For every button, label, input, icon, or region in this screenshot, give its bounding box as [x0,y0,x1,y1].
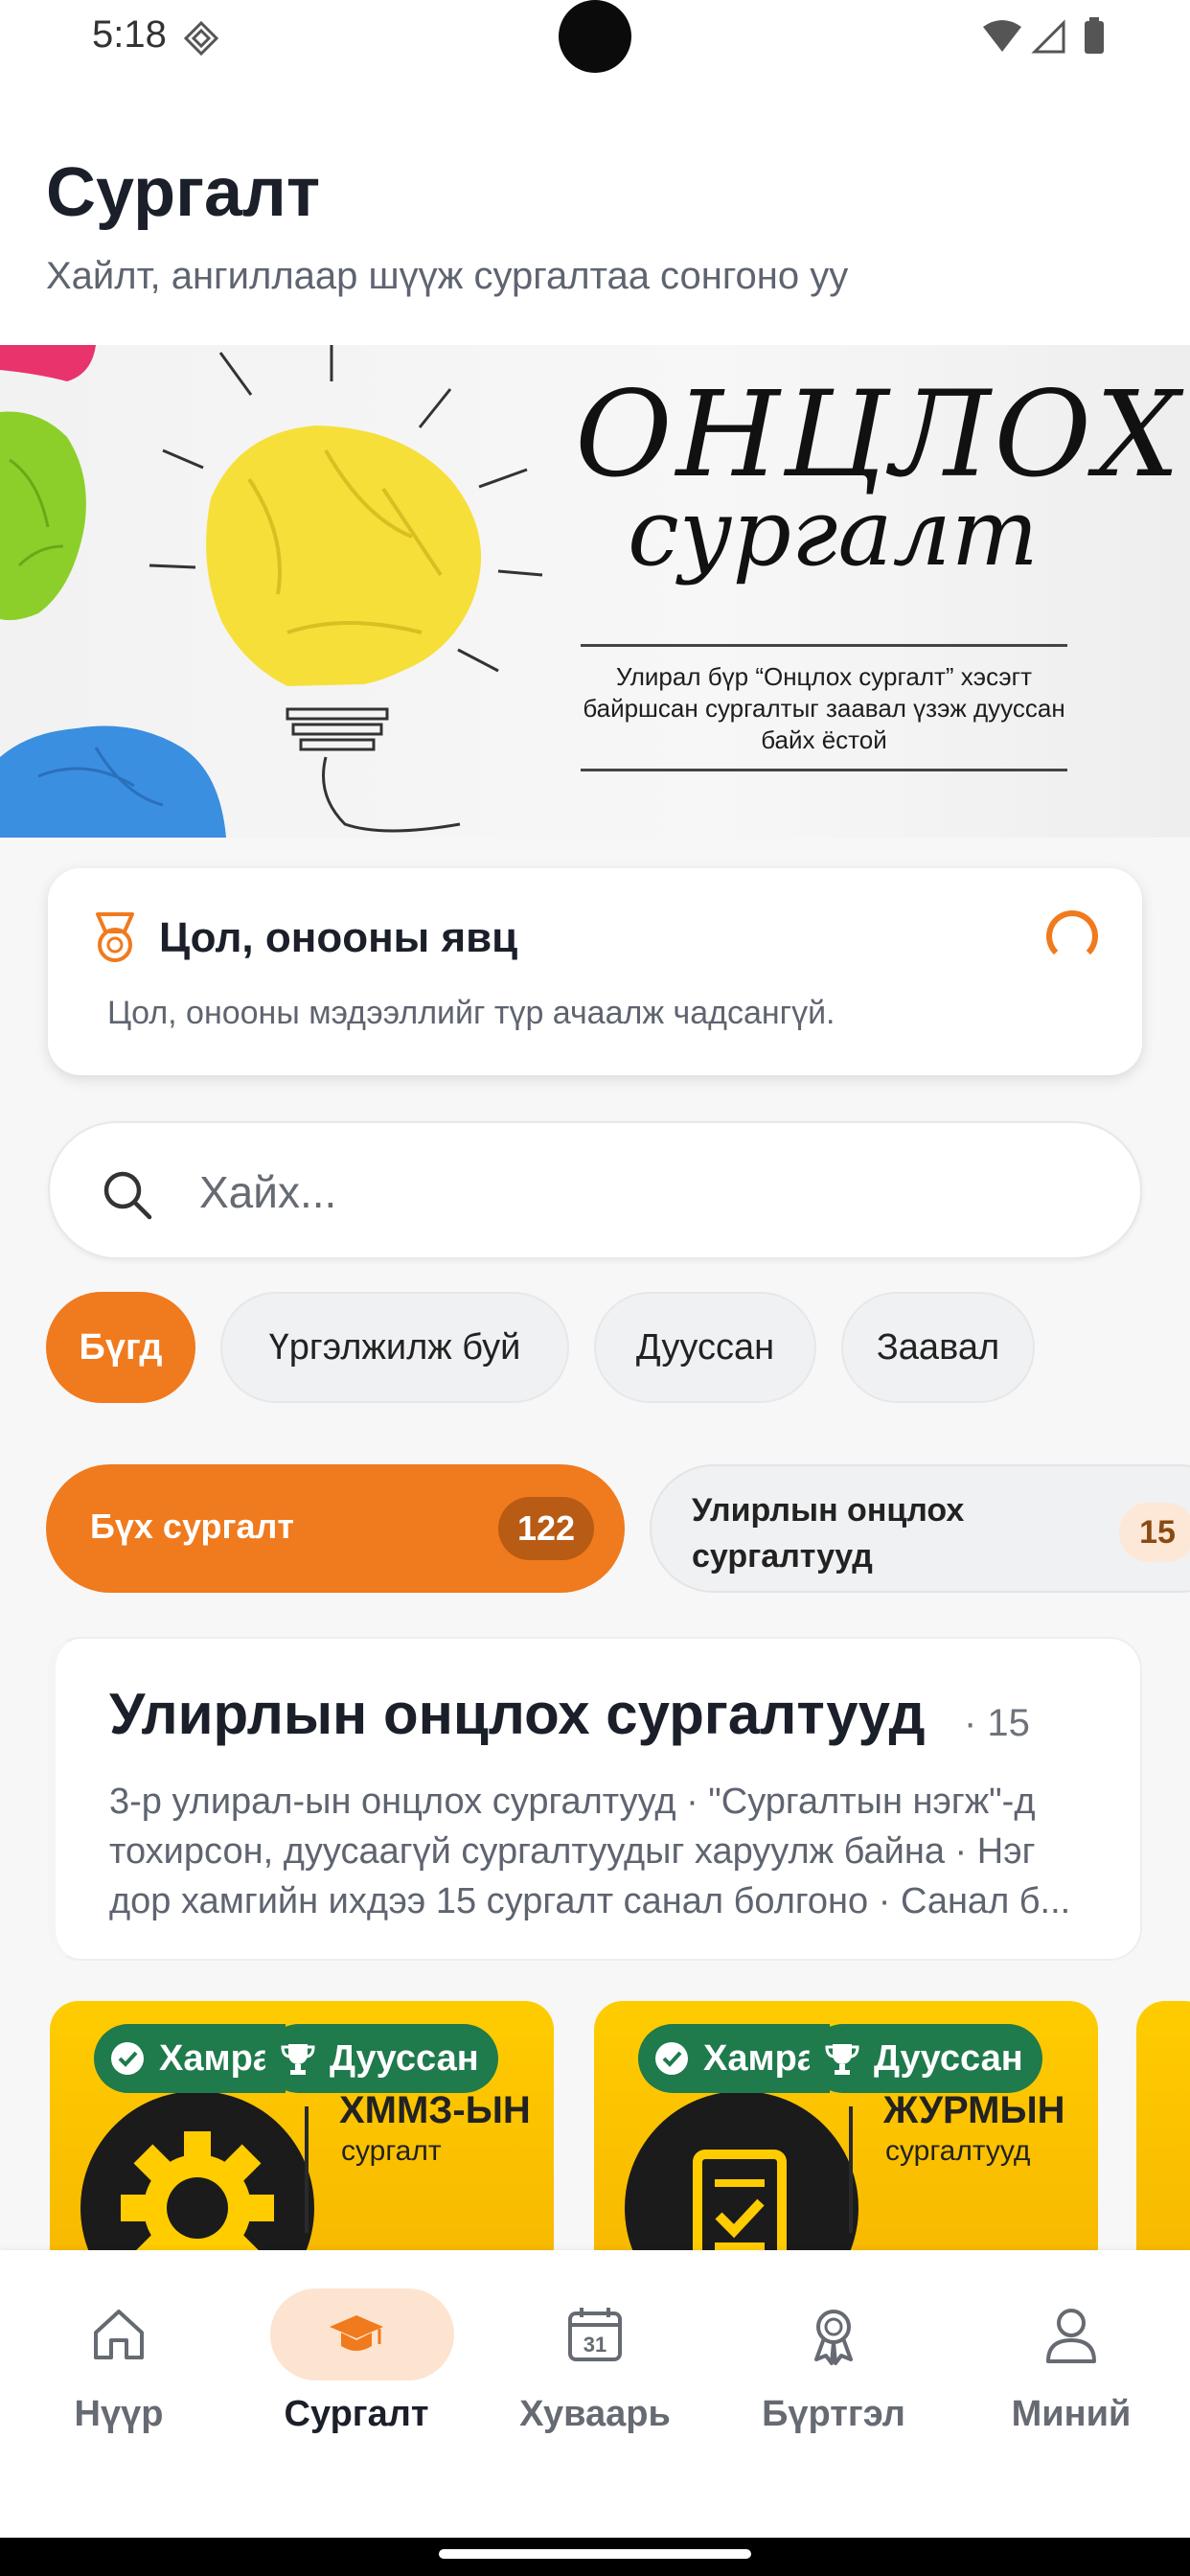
camera-cutout [559,0,631,73]
app-screen: 5:18 Сургалт Хайлт, ангиллаар шүүж сурга… [0,0,1190,2576]
logo-divider [849,2106,853,2233]
calendar-icon: 31 [568,2308,622,2361]
user-icon [1046,2309,1096,2363]
system-gesture-bar [0,2538,1190,2576]
bottom-navigation: Нүүр Сургалт 31 Хуваарь Бүртгэл Миний [0,2250,1190,2538]
loading-spinner-icon [1046,910,1098,962]
nav-label: Хуваарь [519,2394,671,2434]
status-bar: 5:18 [0,0,1190,77]
course-card[interactable]: ХММЗ-ЫН сургалт Хамрагд Дууссан [50,2001,554,2288]
banner-script: сургалт [628,479,1039,586]
section-header-card: Улирлын онцлох сургалтууд · 15 3-р улира… [48,1637,1142,1961]
featured-banner[interactable]: ОНЦЛОХ сургалт Улирал бүр “Онцлох сургал… [0,345,1190,838]
section-count: · 15 [964,1702,1030,1744]
course-logo-text: ХММЗ-ЫН [339,2089,531,2131]
category-count-badge: 15 [1119,1503,1190,1562]
course-logo-text: ЖУРМЫН [883,2089,1065,2131]
page-header: Сургалт Хайлт, ангиллаар шүүж сургалтаа … [0,77,1190,345]
graduation-cap-icon [330,2315,383,2351]
nav-item-courses[interactable]: Сургалт [251,2288,462,2480]
check-circle-icon [655,2042,688,2075]
completed-badge-label: Дууссан [330,2037,479,2079]
course-status-badges: Хамрагд Дууссан [94,2024,498,2093]
filter-chip-all[interactable]: Бүгд [46,1292,195,1403]
logo-divider [305,2106,309,2233]
trophy-icon [825,2044,859,2075]
rank-card-message: Цол, онооны мэдээллийг түр ачаалж чадсан… [107,995,835,1031]
course-logo-subtext: сургалтууд [885,2135,1031,2167]
banner-divider [581,769,1067,771]
completed-badge: Дууссан [264,2024,498,2093]
category-label: Улирлын онцлох сургалтууд [692,1492,965,1575]
nav-item-schedule[interactable]: 31 Хуваарь [490,2288,700,2480]
nav-item-profile[interactable]: Миний [966,2288,1177,2480]
section-title: Улирлын онцлох сургалтууд [109,1682,926,1746]
nav-label: Нүүр [74,2394,164,2434]
rank-progress-card[interactable]: Цол, онооны явц Цол, онооны мэдээллийг т… [48,868,1142,1075]
trophy-icon [281,2044,315,2075]
course-logo-subtext: сургалт [341,2135,442,2167]
category-all-courses[interactable]: Бүх сургалт 122 [46,1464,625,1593]
course-card[interactable]: ЖУРМЫН сургалтууд Хамрагд Дууссан [594,2001,1098,2288]
search-icon [103,1171,152,1220]
vpn-diamond-icon [184,21,218,56]
home-gesture-handle[interactable] [439,2549,751,2559]
search-bar[interactable] [48,1121,1142,1259]
medal-icon [96,912,134,962]
page-title: Сургалт [46,154,321,231]
course-card-partial[interactable] [1136,2001,1190,2288]
nav-item-home[interactable]: Нүүр [13,2288,224,2480]
category-season-featured[interactable]: Улирлын онцлох сургалтууд 15 [650,1464,1190,1593]
covered-badge: Хамрагд [94,2024,286,2093]
award-icon [814,2310,853,2365]
nav-item-registration[interactable]: Бүртгэл [728,2288,939,2480]
course-status-badges: Хамрагд Дууссан [638,2024,1042,2093]
banner-caption: Улирал бүр “Онцлох сургалт” хэсэгт байрш… [583,662,1065,754]
category-count-badge: 122 [498,1497,594,1560]
nav-label: Миний [1011,2394,1132,2434]
home-icon [94,2310,144,2359]
filter-chip-in-progress[interactable]: Үргэлжилж буй [220,1292,569,1403]
status-time: 5:18 [92,13,167,56]
section-description: 3-р улирал-ын онцлох сургалтууд · "Сурга… [109,1782,1071,1921]
covered-badge: Хамрагд [638,2024,830,2093]
rank-card-title: Цол, онооны явц [159,914,518,961]
svg-text:31: 31 [584,2333,606,2357]
nav-label: Сургалт [284,2394,429,2434]
filter-chip-completed[interactable]: Дууссан [594,1292,816,1403]
check-circle-icon [111,2042,144,2075]
completed-badge-label: Дууссан [874,2037,1023,2079]
page-subtitle: Хайлт, ангиллаар шүүж сургалтаа сонгоно … [46,255,849,297]
signal-battery-icons [983,17,1104,54]
completed-badge: Дууссан [809,2024,1042,2093]
filter-chip-required[interactable]: Заавал [841,1292,1035,1403]
banner-divider [581,644,1067,647]
search-input[interactable] [199,1156,1081,1229]
nav-label: Бүртгэл [762,2394,905,2434]
category-label: Бүх сургалт [90,1506,294,1546]
